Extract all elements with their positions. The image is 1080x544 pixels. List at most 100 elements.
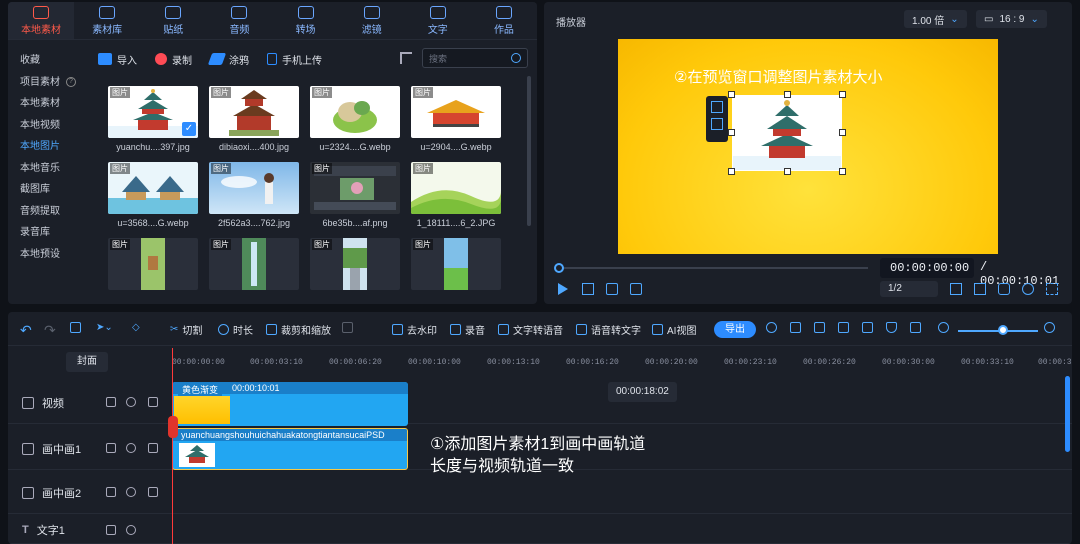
video-clip[interactable]: 黄色渐变 00:00:10:01	[172, 382, 408, 426]
media-thumb[interactable]: 图片	[310, 86, 400, 138]
resize-handle[interactable]	[839, 168, 846, 175]
resize-handle[interactable]	[728, 91, 735, 98]
camera-icon[interactable]	[998, 283, 1010, 295]
play-icon[interactable]	[558, 283, 568, 295]
eye-icon[interactable]	[126, 397, 136, 407]
tab-transition[interactable]: 转场	[273, 2, 339, 39]
remove-watermark-button[interactable]: 去水印	[392, 322, 437, 337]
media-thumb[interactable]: 图片	[411, 86, 501, 138]
media-thumb[interactable]: 图片	[209, 86, 299, 138]
eye-icon[interactable]	[126, 443, 136, 453]
resize-handle[interactable]	[784, 91, 791, 98]
split-screen-button[interactable]	[814, 322, 825, 333]
tab-text[interactable]: 文字	[405, 2, 471, 39]
search-icon[interactable]	[511, 53, 521, 63]
media-thumb[interactable]: 图片	[209, 238, 299, 290]
resize-handle[interactable]	[839, 91, 846, 98]
progress-knob[interactable]	[554, 263, 564, 273]
playhead[interactable]	[172, 348, 173, 544]
import-button[interactable]: 导入	[98, 52, 137, 67]
lock-icon[interactable]	[106, 525, 116, 535]
media-thumb[interactable]: 图片	[209, 162, 299, 214]
tab-audio[interactable]: 音频	[206, 2, 272, 39]
speed-button[interactable]	[766, 322, 777, 333]
crop-zoom-button[interactable]: 裁剪和缩放	[266, 322, 331, 337]
playback-progress[interactable]	[554, 263, 868, 273]
lock-icon[interactable]	[106, 443, 116, 453]
pip-clip[interactable]: yuanchuangshouhuichahuakatongtiantansuca…	[172, 428, 408, 470]
lock-icon[interactable]	[106, 397, 116, 407]
current-time-field[interactable]: 00:00:00:00	[880, 258, 974, 278]
duration-button[interactable]: 时长	[218, 322, 253, 337]
sidebar-item-local-music[interactable]: 本地音乐	[8, 158, 90, 180]
sidebar-item-project[interactable]: 项目素材?	[8, 72, 90, 94]
record-audio-button[interactable]: 录音	[450, 322, 485, 337]
selected-image-box[interactable]	[732, 95, 842, 171]
resize-handle[interactable]	[728, 168, 735, 175]
speaker-icon[interactable]	[148, 397, 158, 407]
doodle-button[interactable]: 涂鸦	[207, 52, 249, 67]
tab-local-media[interactable]: 本地素材	[8, 2, 75, 39]
sidebar-item-local-video[interactable]: 本地视频	[8, 115, 90, 137]
delete-button[interactable]	[70, 322, 81, 333]
selected-check-icon[interactable]: ✓	[182, 122, 196, 136]
zoom-select[interactable]: 1.00 倍 ⌄	[904, 10, 967, 28]
fullscreen-icon[interactable]	[1046, 283, 1058, 295]
help-icon[interactable]: ?	[66, 77, 76, 88]
text-to-speech-button[interactable]: 文字转语音	[498, 322, 563, 337]
media-thumb[interactable]: 图片	[310, 238, 400, 290]
stop-icon[interactable]	[582, 283, 594, 295]
sidebar-item-screenshots[interactable]: 截图库	[8, 179, 90, 201]
tab-filter[interactable]: 滤镜	[339, 2, 405, 39]
playhead-marker[interactable]	[168, 416, 178, 438]
grid-icon[interactable]	[711, 118, 723, 130]
media-thumb[interactable]: 图片	[411, 238, 501, 290]
cover-button[interactable]: 封面	[66, 352, 108, 372]
crop-frame-button[interactable]	[862, 322, 873, 333]
export-button[interactable]: 导出	[714, 321, 756, 338]
crop-icon[interactable]	[950, 283, 962, 295]
fit-icon[interactable]	[711, 101, 723, 113]
record-button[interactable]: 录制	[155, 52, 192, 67]
track-text1[interactable]	[172, 516, 1072, 544]
zoom-out-button[interactable]	[938, 322, 949, 333]
sidebar-item-local-media[interactable]: 本地素材	[8, 93, 90, 115]
tab-works[interactable]: 作品	[471, 2, 537, 39]
resize-handle[interactable]	[784, 168, 791, 175]
sort-filter-icon[interactable]	[400, 52, 412, 64]
ai-video-button[interactable]: AI视图	[652, 322, 696, 337]
media-scrollbar[interactable]	[527, 76, 531, 226]
phone-upload-button[interactable]: 手机上传	[267, 52, 322, 67]
marker-button[interactable]: ◇	[132, 322, 140, 333]
media-thumb[interactable]: 图片	[108, 162, 198, 214]
timeline-scrollbar[interactable]	[1065, 376, 1070, 452]
sidebar-item-audio-extract[interactable]: 音频提取	[8, 201, 90, 223]
resize-handle[interactable]	[839, 129, 846, 136]
timeline-ruler[interactable]: 00:00:00:00 00:00:03:10 00:00:06:20 00:0…	[172, 346, 1072, 376]
page-select[interactable]: 1/2	[880, 281, 938, 297]
sidebar-item-local-image[interactable]: 本地图片	[8, 136, 90, 158]
media-thumb[interactable]: 图片	[310, 162, 400, 214]
track-pip2[interactable]	[172, 472, 1072, 514]
cut-button[interactable]: ✂ 切割	[170, 322, 202, 337]
redo-button[interactable]: ↷	[44, 322, 56, 339]
sidebar-item-presets[interactable]: 本地预设	[8, 244, 90, 266]
media-thumb[interactable]: 图片	[411, 162, 501, 214]
speech-to-text-button[interactable]: 语音转文字	[576, 322, 641, 337]
eye-icon[interactable]	[126, 487, 136, 497]
shield-button[interactable]	[886, 322, 897, 333]
ratio-select[interactable]: ▭ 16 : 9 ⌄	[976, 10, 1047, 28]
eye-icon[interactable]	[126, 525, 136, 535]
preview-canvas[interactable]: ②在预览窗口调整图片素材大小	[618, 39, 998, 254]
speaker-icon[interactable]	[148, 487, 158, 497]
volume-icon[interactable]	[1022, 283, 1034, 295]
note-icon[interactable]	[974, 283, 986, 295]
resize-handle[interactable]	[728, 129, 735, 136]
media-thumb[interactable]: 图片 ✓	[108, 86, 198, 138]
lock-icon[interactable]	[106, 487, 116, 497]
tab-library[interactable]: 素材库	[74, 2, 140, 39]
undo-button[interactable]: ↶	[20, 322, 32, 339]
zoom-slider-knob[interactable]	[998, 325, 1008, 335]
prev-frame-icon[interactable]	[606, 283, 618, 295]
tab-sticker[interactable]: 贴纸	[140, 2, 206, 39]
